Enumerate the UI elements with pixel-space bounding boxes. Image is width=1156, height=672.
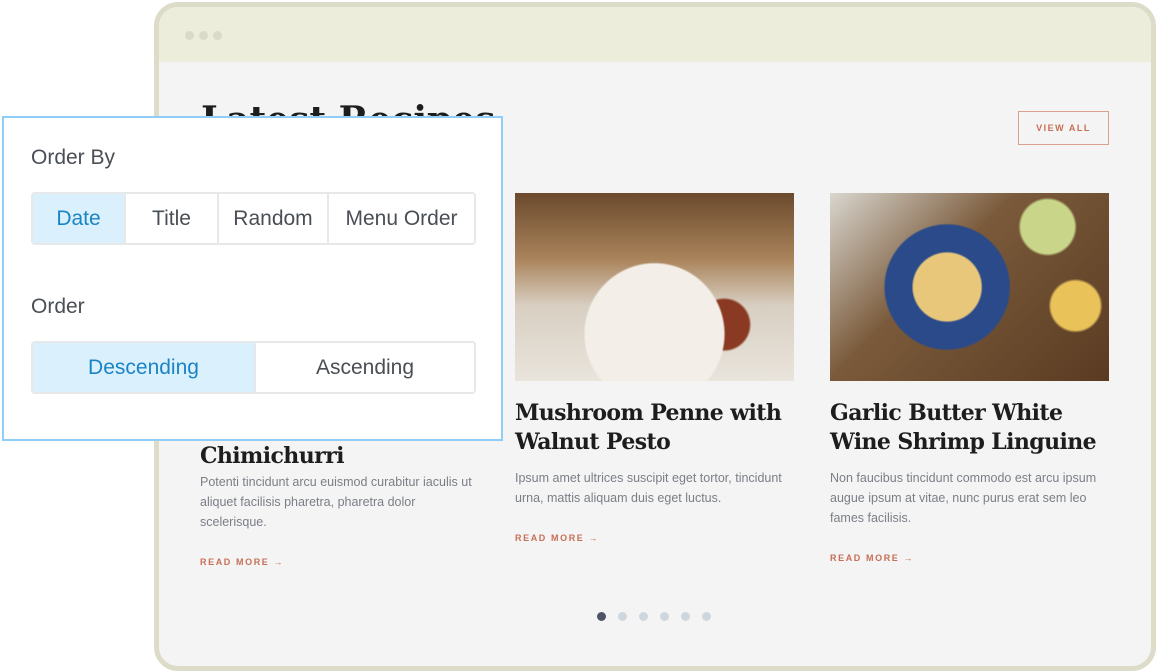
recipe-image[interactable]: [830, 193, 1109, 381]
pagination-dot-active[interactable]: [597, 612, 606, 621]
window-dot: [185, 31, 194, 40]
query-settings-panel: Order By Date Title Random Menu Order Or…: [2, 116, 503, 441]
order-by-date[interactable]: Date: [33, 194, 126, 243]
recipe-card: Chimichurri Potenti tincidunt arcu euism…: [200, 444, 479, 567]
read-more-link[interactable]: READ MORE →: [830, 553, 1109, 563]
order-by-label: Order By: [31, 146, 116, 169]
recipe-card: Garlic Butter White Wine Shrimp Linguine…: [830, 193, 1109, 563]
pagination-dot[interactable]: [702, 612, 711, 621]
recipe-card: Mushroom Penne with Walnut Pesto Ipsum a…: [515, 193, 794, 543]
card-description: Ipsum amet ultrices suscipit eget tortor…: [515, 471, 782, 505]
read-more-link[interactable]: READ MORE →: [200, 557, 479, 567]
card-title[interactable]: Mushroom Penne with Walnut Pesto: [515, 399, 794, 457]
card-description: Non faucibus tincidunt commodo est arcu …: [830, 471, 1097, 525]
browser-top-bar: [159, 7, 1151, 62]
view-all-button[interactable]: VIEW ALL: [1018, 111, 1109, 145]
window-dot: [199, 31, 208, 40]
recipe-image[interactable]: [515, 193, 794, 381]
order-by-menu-order[interactable]: Menu Order: [329, 194, 474, 243]
order-by-title[interactable]: Title: [126, 194, 219, 243]
window-dot: [213, 31, 222, 40]
order-label: Order: [31, 295, 85, 318]
order-by-segmented-control: Date Title Random Menu Order: [31, 192, 476, 245]
card-title[interactable]: Chimichurri: [200, 444, 479, 468]
order-ascending[interactable]: Ascending: [256, 343, 474, 392]
order-descending[interactable]: Descending: [33, 343, 256, 392]
card-title[interactable]: Garlic Butter White Wine Shrimp Linguine: [830, 399, 1109, 457]
pagination-dot[interactable]: [639, 612, 648, 621]
card-description: Potenti tincidunt arcu euismod curabitur…: [200, 475, 472, 529]
order-by-random[interactable]: Random: [219, 194, 329, 243]
pagination-dot[interactable]: [618, 612, 627, 621]
pagination-dot[interactable]: [681, 612, 690, 621]
pagination-dot[interactable]: [660, 612, 669, 621]
order-segmented-control: Descending Ascending: [31, 341, 476, 394]
read-more-link[interactable]: READ MORE →: [515, 533, 794, 543]
